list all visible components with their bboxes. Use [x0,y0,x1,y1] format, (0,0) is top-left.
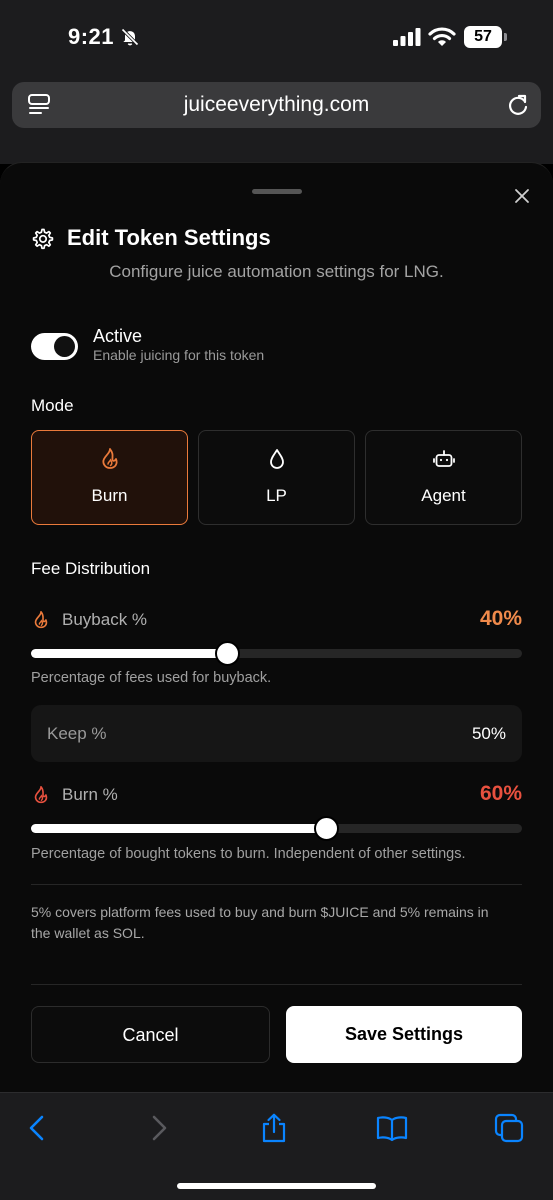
cancel-button[interactable]: Cancel [31,1006,270,1063]
slider-fill [31,824,326,833]
back-icon[interactable] [23,1113,53,1143]
buyback-slider[interactable] [31,641,522,666]
flame-icon [102,448,118,469]
mode-burn-label: Burn [91,486,128,505]
share-icon[interactable] [259,1113,289,1143]
slider-thumb[interactable] [313,816,339,841]
keep-label: Keep % [47,724,107,743]
mode-agent-button[interactable]: Agent [365,430,522,525]
divider [31,984,522,985]
slider-fill [31,649,228,658]
dialog-title: Edit Token Settings [67,225,271,250]
url-text: juiceeverything.com [183,93,370,116]
active-description: Enable juicing for this token [93,347,265,363]
mode-lp-label: LP [266,486,287,505]
bot-icon [433,450,455,467]
active-label: Active [93,326,143,346]
edit-token-settings-dialog: Edit Token Settings Configure juice auto… [0,162,553,1092]
mode-burn-button[interactable]: Burn [31,430,188,525]
fee-distribution-title: Fee Distribution [31,559,151,578]
mode-agent-label: Agent [421,486,466,505]
buyback-value: 40% [479,607,522,630]
signal-icon [393,28,421,46]
status-bar: 9:21 57 [0,0,553,74]
buyback-label: Buyback % [62,610,148,629]
dialog-subtitle: Configure juice automation settings for … [109,262,444,281]
buyback-hint: Percentage of fees used for buyback. [31,670,272,686]
wifi-icon [428,27,456,46]
reload-icon[interactable] [507,93,529,117]
mode-label: Mode [31,396,74,415]
keep-field: Keep % 50% [31,705,522,762]
slider-thumb[interactable] [215,641,241,666]
battery-icon: 57 [464,26,508,48]
flame-icon [34,785,48,804]
home-indicator [177,1183,376,1189]
status-time: 9:21 [68,24,115,49]
address-bar[interactable]: juiceeverything.com [12,82,541,128]
keep-value: 50% [471,724,506,743]
close-icon[interactable] [511,185,533,207]
battery-level: 57 [464,26,502,48]
sheet-grabber[interactable] [252,189,302,194]
save-settings-button[interactable]: Save Settings [286,1006,522,1063]
burn-slider[interactable] [31,816,522,841]
gear-icon [32,228,54,250]
burn-value: 60% [479,782,522,805]
divider [31,884,522,885]
burn-label: Burn % [62,785,118,804]
forward-icon[interactable] [143,1113,173,1143]
bookmarks-icon[interactable] [376,1113,408,1143]
bell-slash-icon [121,28,139,46]
mode-lp-button[interactable]: LP [198,430,355,525]
flame-icon [34,610,48,629]
droplet-icon [270,449,284,469]
toggle-knob [54,336,75,357]
platform-fee-note: 5% covers platform fees used to buy and … [31,904,489,941]
burn-hint: Percentage of bought tokens to burn. Ind… [31,846,466,862]
active-toggle[interactable] [31,333,78,360]
tabs-overview-icon[interactable] [494,1113,524,1143]
browser-address-area: juiceeverything.com [0,74,553,164]
